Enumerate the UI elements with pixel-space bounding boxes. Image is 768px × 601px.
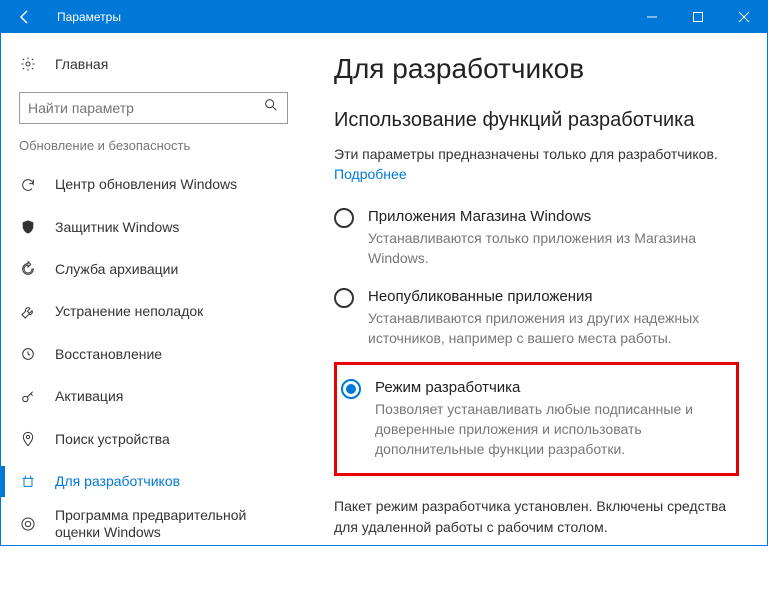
recovery-icon — [19, 346, 37, 362]
insider-icon — [19, 516, 37, 532]
radio-description: Устанавливаются приложения из других над… — [368, 309, 739, 348]
status-text: Пакет режим разработчика установлен. Вкл… — [334, 496, 739, 538]
nav-troubleshoot[interactable]: Устранение неполадок — [1, 291, 306, 333]
home-label: Главная — [55, 56, 108, 72]
radio-indicator — [334, 288, 354, 308]
nav-label: Центр обновления Windows — [55, 176, 237, 193]
backup-icon — [19, 261, 37, 277]
close-button[interactable] — [721, 1, 767, 33]
radio-developer-mode[interactable]: Режим разработчика Позволяет устанавлива… — [341, 373, 720, 465]
radio-description: Позволяет устанавливать любые подписанны… — [375, 400, 720, 459]
sync-icon — [19, 177, 37, 193]
nav-insider[interactable]: Программа предварительной оценки Windows — [1, 503, 306, 545]
nav-label: Активация — [55, 388, 123, 405]
nav-label: Служба архивации — [55, 261, 178, 278]
radio-title: Режим разработчика — [375, 379, 720, 396]
location-icon — [19, 431, 37, 447]
back-button[interactable] — [1, 1, 49, 33]
search-input[interactable] — [28, 100, 263, 116]
gear-icon — [19, 56, 37, 72]
nav-label: Восстановление — [55, 346, 162, 363]
nav-label: Программа предварительной оценки Windows — [55, 507, 288, 541]
nav-label: Для разработчиков — [55, 473, 180, 490]
titlebar: Параметры — [1, 1, 767, 33]
nav-label: Устранение неполадок — [55, 303, 203, 320]
content-area: Главная Обновление и безопасность Центр … — [1, 33, 767, 545]
radio-indicator — [334, 208, 354, 228]
section-heading: Использование функций разработчика — [334, 109, 739, 132]
radio-sideload-apps[interactable]: Неопубликованные приложения Устанавливаю… — [334, 282, 739, 362]
section-description: Эти параметры предназначены только для р… — [334, 146, 739, 162]
nav-defender[interactable]: Защитник Windows — [1, 206, 306, 248]
radio-description: Устанавливаются только приложения из Маг… — [368, 229, 739, 268]
window-title: Параметры — [49, 10, 629, 24]
search-icon — [263, 97, 279, 118]
home-nav[interactable]: Главная — [1, 45, 306, 84]
maximize-button[interactable] — [675, 1, 721, 33]
nav-windows-update[interactable]: Центр обновления Windows — [1, 163, 306, 205]
nav-recovery[interactable]: Восстановление — [1, 333, 306, 375]
nav-label: Защитник Windows — [55, 219, 179, 236]
learn-more-link[interactable]: Подробнее — [334, 166, 407, 182]
page-title: Для разработчиков — [334, 53, 739, 85]
minimize-button[interactable] — [629, 1, 675, 33]
radio-store-apps[interactable]: Приложения Магазина Windows Устанавливаю… — [334, 202, 739, 282]
settings-window: Параметры Главная Обновление — [0, 0, 768, 546]
shield-icon — [19, 219, 37, 235]
key-icon — [19, 389, 37, 405]
highlight-box: Режим разработчика Позволяет устанавлива… — [334, 362, 739, 476]
radio-indicator-selected — [341, 379, 361, 399]
nav-label: Поиск устройства — [55, 431, 170, 448]
developer-icon — [19, 473, 37, 489]
main-panel: Для разработчиков Использование функций … — [306, 33, 767, 545]
wrench-icon — [19, 304, 37, 320]
nav-backup[interactable]: Служба архивации — [1, 248, 306, 290]
nav-for-developers[interactable]: Для разработчиков — [1, 460, 306, 502]
dev-mode-radio-group: Приложения Магазина Windows Устанавливаю… — [334, 202, 739, 476]
category-label: Обновление и безопасность — [1, 138, 306, 163]
radio-title: Неопубликованные приложения — [368, 288, 739, 305]
search-box[interactable] — [19, 92, 288, 125]
nav-activation[interactable]: Активация — [1, 375, 306, 417]
nav-find-device[interactable]: Поиск устройства — [1, 418, 306, 460]
radio-title: Приложения Магазина Windows — [368, 208, 739, 225]
sidebar: Главная Обновление и безопасность Центр … — [1, 33, 306, 545]
